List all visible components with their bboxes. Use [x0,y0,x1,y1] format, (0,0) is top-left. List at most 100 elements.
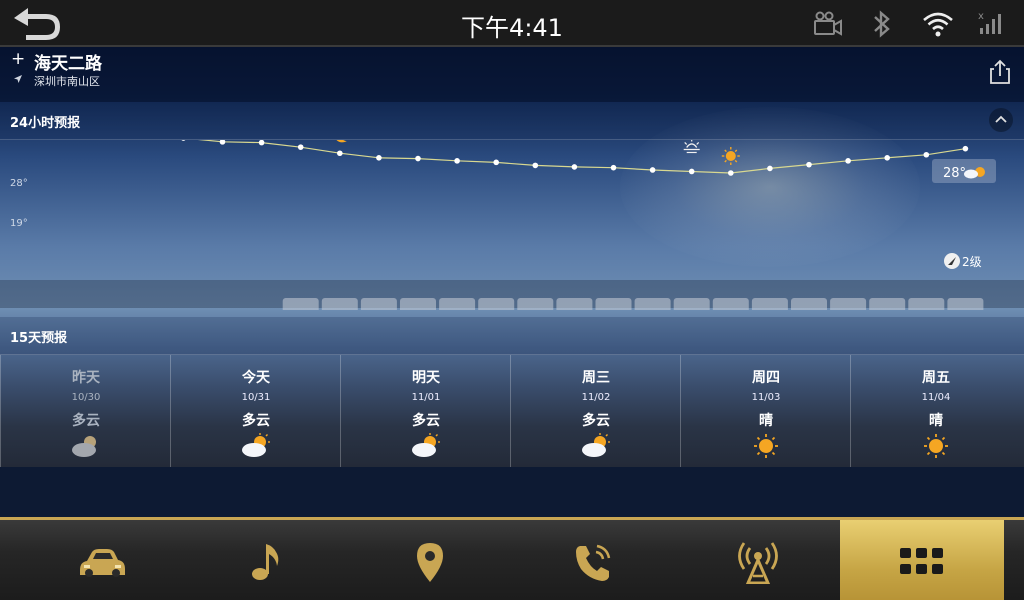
signal-label: x [978,11,984,22]
car-nav-bar [0,517,1024,600]
wind-bar [321,298,358,310]
temp-dot [649,167,656,173]
day-column[interactable]: 昨天 10/30 多云 [0,355,170,467]
radio-button[interactable] [674,520,842,600]
wind-bar [869,298,906,310]
day-name: 明天 [412,370,440,386]
temp-dot [610,164,617,171]
chevron-up-icon [995,115,1007,123]
wind-bar [830,298,867,310]
district-name: 深圳市南山区 [34,75,100,88]
hourly-chart[interactable]: 15:00现在17:0017:4718:0019:0020:0021:0022:… [0,140,1024,310]
temp-dot [415,155,421,162]
temp-dot [376,155,382,161]
day-date: 11/02 [581,392,611,403]
day-date: 11/01 [411,392,441,403]
wind-bar [282,298,319,310]
min-temp-label: 19° [10,218,28,229]
wind-bar [791,298,827,310]
temp-dot [181,140,186,141]
temp-dot [532,162,539,169]
temp-dot [923,151,930,158]
share-icon[interactable] [988,59,1012,85]
navigation-button[interactable] [346,520,514,600]
temp-dot [337,150,343,157]
wind-bar [517,298,554,310]
day-name: 周四 [752,370,780,386]
partly-cloudy-icon [582,433,610,457]
temp-dot [493,159,500,166]
partly-cloudy-icon [412,433,440,457]
sunrise-icon [683,140,700,154]
temp-dot [258,140,265,146]
wind-bar [947,298,984,310]
wind-level-label: 2级 [962,255,982,269]
day-name: 周三 [582,370,610,386]
wind-bar [400,298,436,310]
day-condition: 晴 [929,413,943,429]
day-condition: 多云 [72,413,100,429]
day-condition: 多云 [412,413,440,429]
radio-tower-icon [738,542,778,584]
location-header: + 海天二路 深圳市南山区 [0,47,1024,102]
map-pin-icon [417,543,443,582]
daily-title: 15天预报 [10,331,68,346]
wind-bar [908,298,945,310]
apps-button[interactable] [840,520,1004,600]
day-name: 昨天 [72,370,100,386]
daily-section-header: 15天预报 [0,317,1024,355]
bluetooth-icon [874,10,890,38]
day-date: 11/03 [751,392,781,403]
day-date: 10/30 [71,392,101,403]
collapse-button[interactable] [989,108,1013,132]
moon-icon [336,140,347,143]
camera-icon [814,11,842,36]
day-column[interactable]: 周四 11/03 晴 [680,355,850,467]
temp-dot [767,165,773,172]
partly-cloudy-icon [242,433,270,457]
status-bar: 下午4:41 x [0,0,1024,47]
hourly-title: 24小时预报 [10,116,81,131]
temp-dot [884,155,890,161]
wifi-icon [923,12,953,37]
wind-bar [634,298,671,310]
day-name: 周五 [922,370,950,386]
temp-dot [454,158,460,164]
daily-forecast: 昨天 10/30 多云 今天 10/31 多云 明天 11/01 多云 周三 11/02 多云 周四 11… [0,355,1024,467]
weather-app: + 海天二路 深圳市南山区 24小时预报 15:00现在17:0017:4718… [0,47,1024,467]
wind-bar [360,298,397,310]
day-condition: 晴 [759,413,773,429]
day-column[interactable]: 周三 11/02 多云 [510,355,680,467]
max-temp-label: 28° [10,178,28,189]
day-condition: 多云 [242,413,270,429]
signal-icon: x [978,11,1001,34]
music-note-icon [252,544,279,580]
wind-bar [712,298,749,310]
sun-icon [721,147,740,165]
location-arrow-icon [14,75,22,83]
add-city-button[interactable]: + [11,49,25,69]
car-icon [80,549,125,577]
phone-button[interactable] [510,520,678,600]
wind-bar [478,298,515,310]
day-name: 今天 [242,370,270,386]
wind-bar [556,298,593,310]
day-condition: 多云 [582,413,610,429]
day-column[interactable]: 周五 11/04 晴 [850,355,1020,467]
day-column[interactable]: 今天 10/31 多云 [170,355,340,467]
temp-dot [571,164,578,170]
app-grid-icon [900,548,943,574]
wind-bar [439,298,476,310]
hourly-section-header: 24小时预报 [0,102,1024,140]
music-button[interactable] [184,520,352,600]
day-date: 11/04 [921,392,951,403]
day-column[interactable]: 明天 11/01 多云 [340,355,510,467]
temp-dot [728,170,734,176]
day-date: 10/31 [241,392,271,403]
temp-dot [297,144,304,150]
car-button[interactable] [18,520,186,600]
temp-dot [845,158,851,164]
sun-icon [924,434,948,458]
cloudy-icon [72,436,96,457]
phone-icon [576,544,611,581]
